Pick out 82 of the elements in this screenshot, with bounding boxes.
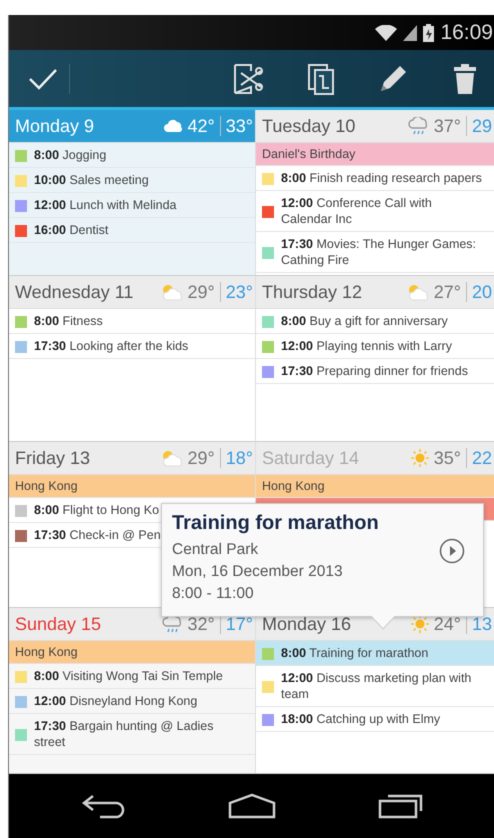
event-row[interactable]: 10:00 Sales meeting [9, 168, 255, 193]
sun-icon [410, 448, 430, 468]
day-title: Monday 16 [262, 614, 352, 634]
low-temperature: 13 [472, 614, 492, 634]
day-title: Friday 13 [15, 448, 90, 468]
rain-cloud-icon [408, 117, 430, 135]
low-temperature: 23° [226, 282, 253, 302]
day-cell[interactable]: Monday 9 42° 33° 8:00 Jogging 10:00 Sales meeting 12:00 Lunch with Melinda 16:00 Dentist [9, 110, 256, 276]
rain-cloud-icon [162, 615, 184, 633]
sun-icon [410, 614, 430, 634]
event-row[interactable]: 16:00 Dentist [9, 218, 255, 243]
high-temperature: 32° [188, 614, 215, 634]
event-label: 8:00 Flight to Hong Ko [34, 502, 160, 518]
play-icon[interactable] [439, 538, 465, 564]
low-temperature: 17° [226, 614, 253, 634]
low-temperature: 22 [472, 448, 492, 468]
event-row[interactable]: 18:00 Catching up with Elmy [256, 707, 494, 732]
high-temperature: 42° [188, 116, 215, 136]
event-label: 17:30 Check-in @ Pen [34, 527, 161, 543]
low-temperature: 20 [472, 282, 492, 302]
low-temperature: 29 [472, 116, 492, 136]
event-row[interactable]: 8:00 Finish reading research papers [256, 166, 494, 191]
clock-time: 16:09 [440, 20, 493, 44]
event-label: 8:00 Training for marathon [281, 645, 428, 661]
all-day-event[interactable]: Hong Kong [9, 475, 255, 498]
event-row[interactable]: 17:30 Bargain hunting @ Ladies street [9, 714, 255, 755]
wifi-icon [375, 24, 398, 40]
high-temperature: 27° [434, 282, 461, 302]
event-row[interactable]: 17:30 Movies: The Hunger Games: Cathing Fire [256, 232, 494, 273]
event-label: 12:00 Disneyland Hong Kong [34, 693, 198, 709]
event-label: 12:00 Conference Call with Calendar Inc [281, 195, 433, 227]
event-row[interactable]: 12:00 Disneyland Hong Kong [9, 689, 255, 714]
day-title: Tuesday 10 [262, 116, 356, 136]
event-label: 8:00 Jogging [34, 147, 106, 163]
event-label: 10:00 Sales meeting [34, 172, 149, 188]
event-label: 17:30 Movies: The Hunger Games: Cathing Fire [281, 236, 478, 268]
event-row[interactable]: 8:00 Training for marathon [256, 641, 494, 666]
all-day-event[interactable]: Hong Kong [9, 641, 255, 664]
event-label: 12:00 Discuss marketing plan with team [281, 670, 472, 702]
event-label: 17:30 Bargain hunting @ Ladies street [34, 718, 215, 750]
event-label: 8:00 Buy a gift for anniversary [281, 313, 448, 329]
high-temperature: 37° [434, 116, 461, 136]
event-row[interactable]: 12:00 Lunch with Melinda [9, 193, 255, 218]
low-temperature: 33° [226, 116, 253, 136]
event-label: 12:00 Lunch with Melinda [34, 197, 176, 213]
event-row[interactable]: 8:00 Visiting Wong Tai Sin Temple [9, 664, 255, 689]
event-label: 8:00 Fitness [34, 313, 103, 329]
day-cell[interactable]: Tuesday 10 37° 29 Daniel's Birthday 8:00 Finish reading research papers 12:00 Conference Call with Calendar Inc 17:30 Movies: The Hunger Games: Cathing Fire [256, 110, 494, 276]
battery-icon [423, 24, 434, 42]
event-row[interactable]: 8:00 Buy a gift for anniversary [256, 309, 494, 334]
day-title: Sunday 15 [15, 614, 102, 634]
event-label: 16:00 Dentist [34, 222, 108, 238]
popup-time: 8:00 - 11:00 [172, 584, 254, 604]
day-title: Monday 9 [15, 116, 94, 136]
high-temperature: 29° [188, 282, 215, 302]
event-row[interactable]: 17:30 Preparing dinner for friends [256, 359, 494, 384]
cloud-icon [164, 119, 184, 133]
low-temperature: 18° [226, 448, 253, 468]
day-cell[interactable]: Sunday 15 32° 17° Hong Kong 8:00 Visiting Wong Tai Sin Temple 12:00 Disneyland Hong Kong 17:30 Bargain hunting @ Ladies street [9, 608, 256, 774]
event-row[interactable]: 12:00 Discuss marketing plan with team [256, 666, 494, 707]
day-cell[interactable]: Wednesday 11 29° 23° 8:00 Fitness 17:30 Looking after the kids [9, 276, 256, 442]
high-temperature: 29° [188, 448, 215, 468]
event-row[interactable]: 8:00 Jogging [9, 143, 255, 168]
event-label: 12:00 Playing tennis with Larry [281, 338, 452, 354]
event-label: 17:30 Preparing dinner for friends [281, 363, 468, 379]
high-temperature: 24° [434, 614, 461, 634]
event-row[interactable]: 12:00 Conference Call with Calendar Inc [256, 191, 494, 232]
signal-icon [403, 24, 418, 40]
event-row[interactable]: 12:00 Playing tennis with Larry [256, 334, 494, 359]
day-title: Thursday 12 [262, 282, 362, 302]
day-title: Wednesday 11 [15, 282, 134, 302]
event-label: 8:00 Visiting Wong Tai Sin Temple [34, 668, 223, 684]
event-row[interactable]: 17:30 Looking after the kids [9, 334, 255, 359]
high-temperature: 35° [434, 448, 461, 468]
event-label: 17:30 Looking after the kids [34, 338, 188, 354]
day-title: Saturday 14 [262, 448, 360, 468]
day-cell[interactable]: Thursday 12 27° 20 8:00 Buy a gift for anniversary 12:00 Playing tennis with Larry 17:30 Preparing dinner for friends [256, 276, 494, 442]
event-row[interactable]: 8:00 Fitness [9, 309, 255, 334]
all-day-event[interactable]: Hong Kong [256, 475, 494, 498]
event-label: 18:00 Catching up with Elmy [281, 711, 440, 727]
event-label: 8:00 Finish reading research papers [281, 170, 482, 186]
all-day-event[interactable]: Daniel's Birthday [256, 143, 494, 166]
